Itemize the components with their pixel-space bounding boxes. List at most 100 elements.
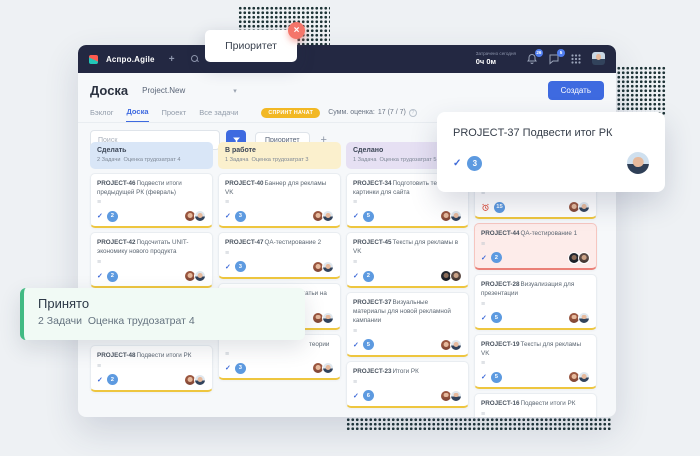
accepted-column-callout: Принято 2 Задачи Оценка трудозатрат 4: [20, 288, 305, 340]
callout-title: Принято: [38, 296, 291, 311]
avatar: [194, 374, 206, 386]
task-card[interactable]: PROJECT-16Подвести итоги РК ≡: [474, 393, 597, 417]
card-title: PROJECT-46Подвести итоги предыдущей РК (…: [97, 179, 206, 197]
card-title: PROJECT-45Тексты для рекламы в VK: [353, 238, 462, 256]
search-icon[interactable]: [191, 55, 199, 63]
task-card-callout: PROJECT-37 Подвести итог РК ✓ 3: [437, 112, 665, 192]
user-avatar[interactable]: [592, 52, 605, 65]
task-card[interactable]: теории ≡ ✓3: [218, 334, 341, 381]
estimate-badge: 2: [363, 271, 374, 282]
check-icon: ✓: [353, 341, 359, 349]
avatar: [322, 261, 334, 273]
callout-subtitle: 2 Задачи Оценка трудозатрат 4: [38, 315, 291, 327]
task-card[interactable]: PROJECT-47QA-тестирование 2 ≡ ✓3: [218, 232, 341, 279]
description-icon: ≡: [97, 259, 206, 266]
estimate-badge: 2: [107, 211, 118, 222]
notifications-bell-icon[interactable]: 26: [526, 53, 538, 65]
sprint-status-badge: СПРИНТ НАЧАТ: [261, 108, 320, 118]
estimate-badge: 3: [235, 211, 246, 222]
time-tracker: Затрачено сегодня 0ч 0м: [476, 51, 516, 66]
estimate-badge: 3: [467, 156, 482, 171]
check-icon: ✓: [481, 314, 487, 322]
avatar: [194, 270, 206, 282]
check-icon: ✓: [225, 212, 231, 220]
estimate-badge: 5: [491, 372, 502, 383]
task-card[interactable]: PROJECT-19Тексты для рекламы VK ≡ ✓5: [474, 334, 597, 390]
tab-board[interactable]: Доска: [126, 107, 148, 123]
task-card[interactable]: PROJECT-45Тексты для рекламы в VK ≡ ✓2: [346, 232, 469, 288]
avatar: [322, 362, 334, 374]
description-icon: ≡: [353, 328, 462, 335]
chat-icon[interactable]: 5: [548, 53, 560, 65]
check-icon: ✓: [225, 263, 231, 271]
add-icon[interactable]: +: [169, 54, 175, 65]
project-selector[interactable]: Project.New ▾: [142, 86, 237, 95]
task-card[interactable]: PROJECT-28Визуализация для презентации ≡…: [474, 274, 597, 330]
description-icon: ≡: [481, 411, 590, 417]
tab-project[interactable]: Проект: [162, 108, 187, 122]
card-title: PROJECT-44QA-тестирование 1: [481, 229, 590, 238]
card-title: PROJECT-48Подвести итоги РК: [97, 351, 206, 360]
estimate-badge: 2: [491, 252, 502, 263]
check-icon: ✓: [481, 254, 487, 262]
notifications-badge: 26: [535, 49, 543, 57]
tab-backlog[interactable]: Бэклог: [90, 108, 113, 122]
check-icon: ✓: [225, 364, 231, 372]
task-card-alert[interactable]: PROJECT-44QA-тестирование 1 ≡ ✓ 2: [474, 223, 597, 270]
card-title: PROJECT-16Подвести итоги РК: [481, 399, 590, 408]
estimate-badge: 5: [363, 211, 374, 222]
task-card[interactable]: PROJECT-37Визуальные материалы для новой…: [346, 292, 469, 357]
avatar: [450, 390, 462, 402]
avatar: [578, 371, 590, 383]
estimate-badge: 2: [107, 271, 118, 282]
check-icon: ✓: [353, 272, 359, 280]
description-icon: ≡: [481, 241, 590, 248]
column-header[interactable]: Сделать 2 Задачи Оценка трудозатрат 4: [90, 142, 213, 169]
task-card[interactable]: PROJECT-40Баннер для рекламы VK ≡ ✓3: [218, 173, 341, 229]
create-button[interactable]: Создать: [548, 81, 604, 100]
check-icon: ✓: [353, 212, 359, 220]
avatar: [578, 252, 590, 264]
time-tracker-value: 0ч 0м: [476, 57, 516, 66]
card-title: PROJECT-23Итоги РК: [353, 367, 462, 376]
check-icon: ✓: [481, 373, 487, 381]
check-icon: ✓: [453, 158, 461, 169]
close-icon[interactable]: ×: [288, 22, 305, 39]
check-icon: ✓: [97, 376, 103, 384]
column-header[interactable]: В работе 1 Задача Оценка трудозатрат 3: [218, 142, 341, 169]
check-icon: ✓: [97, 212, 103, 220]
estimate-badge: 3: [235, 261, 246, 272]
avatar: [450, 339, 462, 351]
page-title: Доска: [90, 83, 128, 98]
card-title: PROJECT-19Тексты для рекламы VK: [481, 340, 590, 358]
app-window: Аспро.Agile + Сп Затрачено сегодня 0ч 0м…: [78, 45, 616, 417]
summary-score: Сумм. оценка:17 (7 / 7) ?: [328, 109, 417, 117]
tab-all-tasks[interactable]: Все задачи: [199, 108, 238, 122]
description-icon: ≡: [481, 301, 590, 308]
task-card[interactable]: PROJECT-46Подвести итоги предыдущей РК (…: [90, 173, 213, 229]
check-icon: ✓: [97, 272, 103, 280]
description-icon: ≡: [225, 199, 334, 206]
avatar: [450, 210, 462, 222]
apps-grid-icon[interactable]: [570, 53, 582, 65]
task-card[interactable]: PROJECT-23Итоги РК ≡ ✓6: [346, 361, 469, 408]
description-icon: ≡: [97, 199, 206, 206]
app-logo-icon: [89, 55, 98, 64]
chat-badge: 5: [557, 49, 565, 57]
info-icon[interactable]: ?: [409, 109, 417, 117]
app-logo-text: Аспро.Agile: [106, 55, 155, 64]
task-card[interactable]: PROJECT-48Подвести итоги РК ≡ ✓2: [90, 345, 213, 392]
estimate-badge: 6: [363, 390, 374, 401]
task-card[interactable]: PROJECT-42Подсчитать UNIT-экономику ново…: [90, 232, 213, 288]
card-title: PROJECT-37Визуальные материалы для новой…: [353, 298, 462, 325]
estimate-badge: 15: [494, 202, 505, 213]
description-icon: ≡: [353, 199, 462, 206]
description-icon: ≡: [97, 363, 206, 370]
callout-card-title: PROJECT-37 Подвести итог РК: [453, 127, 649, 139]
column-in-progress: В работе 1 Задача Оценка трудозатрат 3 P…: [218, 142, 341, 417]
description-icon: ≡: [225, 250, 334, 257]
column-todo: Сделать 2 Задачи Оценка трудозатрат 4 PR…: [90, 142, 213, 417]
estimate-badge: 5: [363, 339, 374, 350]
avatar: [578, 312, 590, 324]
card-title: PROJECT-42Подсчитать UNIT-экономику ново…: [97, 238, 206, 256]
